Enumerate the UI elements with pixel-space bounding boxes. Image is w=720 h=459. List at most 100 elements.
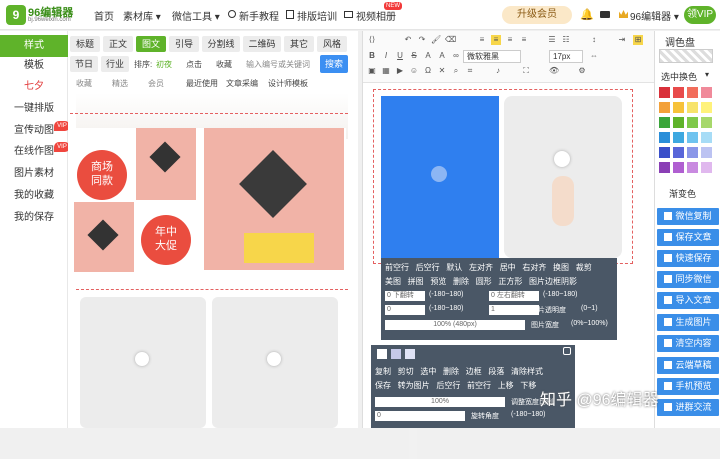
sort-option-favorites[interactable]: 收藏	[216, 59, 232, 70]
sidebar-item-qixi[interactable]: 七夕	[0, 76, 68, 98]
color-swatch[interactable]	[673, 162, 684, 173]
action-square[interactable]: 正方形	[498, 277, 522, 286]
align-right-icon[interactable]: ≡	[505, 35, 515, 45]
color-swatch[interactable]	[701, 117, 712, 128]
settings-icon[interactable]: ⚙	[577, 66, 587, 76]
color-swatch[interactable]	[701, 147, 712, 158]
style-card-flowers[interactable]	[80, 297, 344, 428]
color-swatch[interactable]	[701, 162, 712, 173]
tag-body[interactable]: 正文	[103, 36, 133, 52]
link-icon[interactable]: ∞	[451, 51, 461, 61]
action-clear-style[interactable]: 清除样式	[511, 367, 543, 376]
nav-tutorial[interactable]: 新手教程	[239, 8, 279, 23]
color-swatch[interactable]	[405, 349, 415, 359]
video-icon[interactable]: ▶	[395, 66, 405, 76]
action-space-before[interactable]: 前空行	[467, 381, 491, 390]
align-center-icon[interactable]: ≡	[491, 35, 501, 45]
action-move-up[interactable]: 上移	[498, 381, 514, 390]
tag-image-text[interactable]: 图文	[136, 36, 166, 52]
bell-icon[interactable]: 🔔	[580, 8, 594, 21]
action-preview[interactable]: 预览	[430, 277, 446, 286]
action-save[interactable]: 保存	[375, 381, 391, 390]
action-beautify[interactable]: 美图	[385, 277, 401, 286]
action-to-image[interactable]: 转为图片	[398, 381, 430, 390]
link-article-collect[interactable]: 文章采编	[226, 78, 258, 89]
tag-title[interactable]: 标题	[70, 36, 100, 52]
action-align-right[interactable]: 右对齐	[522, 263, 546, 272]
symbol-icon[interactable]: Ω	[423, 66, 433, 76]
sidebar-item-image-assets[interactable]: 图片素材	[0, 163, 68, 185]
action-circle[interactable]: 圆形	[476, 277, 492, 286]
quick-save-button[interactable]: 快速保存	[657, 250, 719, 267]
current-color-box[interactable]	[659, 49, 713, 63]
width-ratio-input[interactable]: 100%	[375, 397, 505, 407]
chevron-down-icon[interactable]: ▾	[705, 70, 709, 79]
fullscreen-icon[interactable]: ⛶	[521, 66, 531, 76]
color-swatch[interactable]	[673, 102, 684, 113]
color-swatch[interactable]	[673, 132, 684, 143]
action-copy[interactable]: 复制	[375, 367, 391, 376]
filter-member[interactable]: 会员	[148, 78, 164, 89]
sidebar-item-templates[interactable]: 模板	[0, 55, 68, 77]
color-swatch[interactable]	[659, 132, 670, 143]
logo[interactable]: 9 96编辑器 bj.96weixin.com	[6, 4, 73, 26]
tag-industry[interactable]: 行业	[101, 56, 129, 72]
italic-icon[interactable]: I	[381, 51, 391, 61]
bold-icon[interactable]: B	[367, 51, 377, 61]
action-replace-image[interactable]: 换图	[553, 263, 569, 272]
save-article-button[interactable]: 保存文章	[657, 229, 719, 246]
ordered-list-icon[interactable]: ☷	[561, 35, 571, 45]
tag-qrcode[interactable]: 二维码	[243, 36, 281, 52]
sidebar-item-my-saved[interactable]: 我的保存	[0, 207, 68, 229]
redo-icon[interactable]: ↷	[417, 35, 427, 45]
font-family-select[interactable]: 微软雅黑	[463, 50, 521, 63]
sort-option-clicks[interactable]: 点击	[186, 59, 202, 70]
search-input[interactable]: 输入编号或关键词	[246, 59, 310, 70]
color-swatch[interactable]	[687, 162, 698, 173]
import-article-button[interactable]: 导入文章	[657, 292, 719, 309]
action-space-before[interactable]: 前空行	[385, 263, 409, 272]
wechat-copy-button[interactable]: 微信复制	[657, 208, 719, 225]
join-group-button[interactable]: 进群交流	[657, 399, 719, 416]
action-collage[interactable]: 拼图	[408, 277, 424, 286]
color-swatch[interactable]	[687, 147, 698, 158]
color-swatch[interactable]	[687, 102, 698, 113]
table-icon[interactable]: ▦	[381, 66, 391, 76]
link-recent[interactable]: 最近使用	[186, 78, 218, 89]
generate-image-button[interactable]: 生成图片	[657, 314, 719, 331]
action-align-left[interactable]: 左对齐	[469, 263, 493, 272]
highlight-icon[interactable]: A	[437, 51, 447, 61]
tag-festival[interactable]: 节日	[70, 56, 98, 72]
flower-image[interactable]	[504, 96, 622, 258]
strikethrough-icon[interactable]: S	[409, 51, 419, 61]
upgrade-button[interactable]: 升级会员	[502, 6, 572, 24]
block-rotate-input[interactable]: 0	[375, 411, 465, 421]
sync-wechat-button[interactable]: 同步微信	[657, 271, 719, 288]
color-swatch[interactable]	[659, 102, 670, 113]
sort-option-first[interactable]: 初夜	[156, 59, 172, 70]
search-icon[interactable]: ⌕	[451, 66, 461, 76]
tag-style[interactable]: 风格	[317, 36, 347, 52]
action-delete[interactable]: 删除	[443, 367, 459, 376]
source-code-icon[interactable]: ⟨⟩	[367, 35, 377, 45]
indent-icon[interactable]: ⇥	[617, 35, 627, 45]
action-space-after[interactable]: 后空行	[436, 381, 460, 390]
color-swatch[interactable]	[687, 132, 698, 143]
color-swatch[interactable]	[673, 87, 684, 98]
select-all-icon[interactable]: ⊞	[633, 35, 643, 45]
lock-icon[interactable]	[563, 347, 571, 355]
align-left-icon[interactable]: ≡	[477, 35, 487, 45]
style-card-promo[interactable]: 商场同款 年中大促	[74, 128, 346, 310]
nav-wechat-tools[interactable]: 微信工具 ▾	[172, 8, 220, 23]
align-justify-icon[interactable]: ≡	[519, 35, 529, 45]
action-default[interactable]: 默认	[446, 263, 462, 272]
get-vip-button[interactable]: 领VIP	[684, 6, 716, 24]
action-align-center[interactable]: 居中	[500, 263, 516, 272]
sidebar-item-styles[interactable]: 样式	[0, 35, 68, 57]
color-swatch[interactable]	[659, 117, 670, 128]
action-border[interactable]: 边框	[466, 367, 482, 376]
cloud-draft-button[interactable]: 云端草稿	[657, 357, 719, 374]
line-height-icon[interactable]: ↕	[589, 35, 599, 45]
action-paragraph[interactable]: 段落	[488, 367, 504, 376]
action-space-after[interactable]: 后空行	[416, 263, 440, 272]
